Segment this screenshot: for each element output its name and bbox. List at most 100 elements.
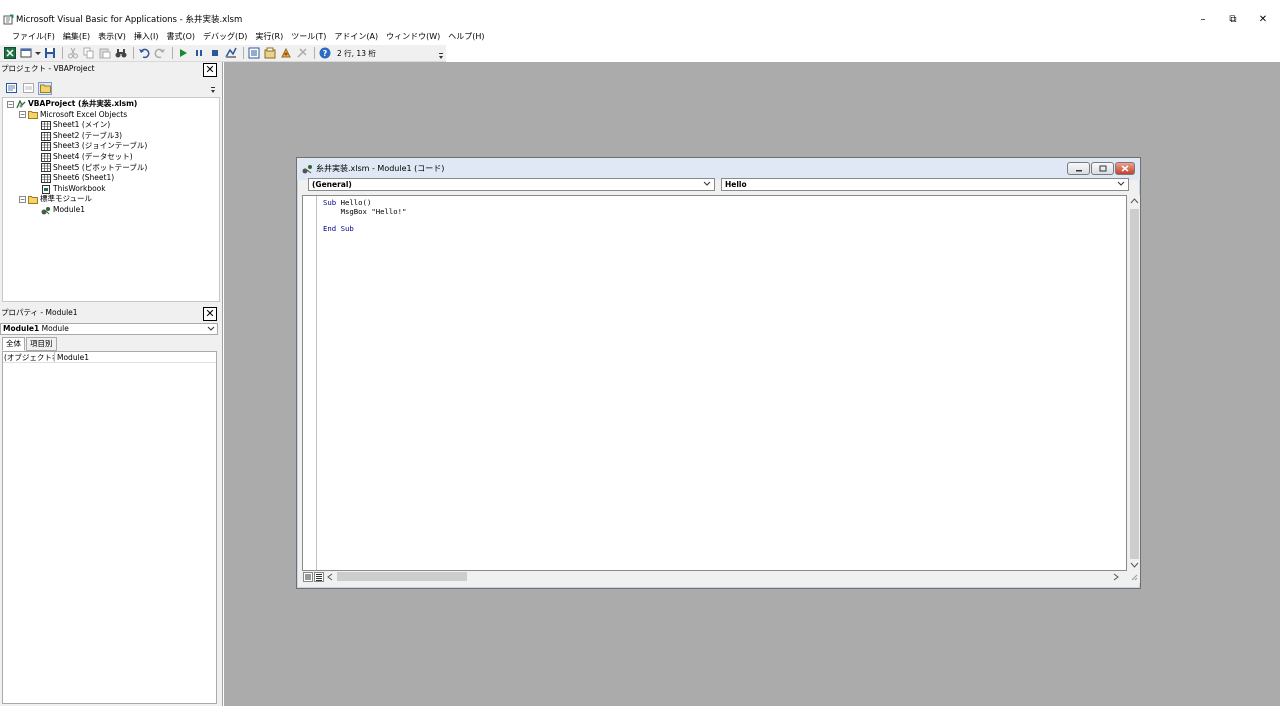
properties-title: プロパティ - Module1 bbox=[1, 308, 78, 317]
menu-view[interactable]: 表示(V) bbox=[94, 30, 130, 44]
properties-window-button[interactable] bbox=[263, 46, 277, 60]
cut-button[interactable] bbox=[66, 46, 80, 60]
procedure-view-button[interactable] bbox=[303, 572, 313, 582]
left-dock: プロジェクト - VBAProject ✕ − VBAProject (糸井実装… bbox=[0, 62, 223, 706]
horizontal-scroll-thumb[interactable] bbox=[337, 572, 467, 581]
tree-item-label: Sheet5 (ピボットテーブル) bbox=[53, 162, 148, 172]
help-button[interactable]: ? bbox=[318, 46, 332, 60]
object-name: Module1 bbox=[3, 324, 40, 333]
bottom-strip bbox=[0, 706, 1280, 720]
scroll-left-icon[interactable] bbox=[326, 571, 334, 583]
collapse-icon[interactable]: − bbox=[7, 100, 14, 108]
object-selector[interactable]: Module1 Module bbox=[0, 323, 218, 335]
find-button[interactable] bbox=[114, 46, 128, 60]
design-mode-button[interactable] bbox=[224, 46, 238, 60]
reset-button[interactable] bbox=[208, 46, 222, 60]
properties-icon bbox=[264, 47, 276, 59]
menu-window[interactable]: ウィンドウ(W) bbox=[382, 30, 444, 44]
resize-grip-icon[interactable] bbox=[1128, 571, 1138, 583]
view-object-button[interactable] bbox=[21, 82, 35, 95]
tab-alphabetic[interactable]: 全体 bbox=[2, 337, 25, 351]
menu-edit[interactable]: 編集(E) bbox=[59, 30, 94, 44]
menu-format[interactable]: 書式(O) bbox=[162, 30, 199, 44]
code-margin-indicator[interactable] bbox=[303, 196, 317, 570]
code-minimize-button[interactable] bbox=[1067, 162, 1090, 175]
menu-addins[interactable]: アドイン(A) bbox=[330, 30, 382, 44]
object-combo[interactable]: (General) bbox=[308, 178, 715, 191]
view-excel-button[interactable] bbox=[3, 46, 17, 60]
code-maximize-button[interactable] bbox=[1091, 162, 1114, 175]
collapse-icon[interactable]: − bbox=[19, 196, 26, 204]
code-window-titlebar[interactable]: 糸井実装.xlsm - Module1 (コード) bbox=[297, 158, 1140, 180]
menu-bar: ファイル(F) 編集(E) 表示(V) 挿入(I) 書式(O) デバッグ(D) … bbox=[0, 30, 1280, 44]
menu-insert[interactable]: 挿入(I) bbox=[130, 30, 163, 44]
code-close-button[interactable] bbox=[1115, 162, 1135, 175]
redo-button[interactable] bbox=[153, 46, 167, 60]
tree-item-label: VBAProject (糸井実装.xlsm) bbox=[28, 99, 138, 108]
property-value[interactable]: Module1 bbox=[55, 352, 89, 362]
undo-button[interactable] bbox=[137, 46, 151, 60]
menu-help[interactable]: ヘルプ(H) bbox=[444, 30, 488, 44]
tree-item-standard-modules[interactable]: − 標準モジュール bbox=[19, 194, 92, 205]
insert-userform-button[interactable] bbox=[19, 46, 33, 60]
scroll-up-icon[interactable] bbox=[1129, 195, 1140, 207]
copy-button[interactable] bbox=[82, 46, 96, 60]
tree-item-module1[interactable]: Module1 bbox=[41, 205, 85, 216]
sheet-icon bbox=[41, 131, 51, 141]
paste-button[interactable] bbox=[98, 46, 112, 60]
properties-tabs: 全体 項目別 bbox=[2, 337, 58, 351]
vertical-scroll-thumb[interactable] bbox=[1130, 209, 1139, 559]
restore-button[interactable]: ⧉ bbox=[1218, 10, 1248, 28]
chevron-down-icon bbox=[35, 52, 41, 55]
scroll-right-icon[interactable] bbox=[1112, 571, 1120, 583]
collapse-icon[interactable]: − bbox=[19, 111, 26, 119]
procedure-combo[interactable]: Hello bbox=[721, 178, 1129, 191]
toolbox-button[interactable] bbox=[295, 46, 309, 60]
insert-dropdown-arrow[interactable] bbox=[35, 46, 41, 60]
tree-item-sheet6[interactable]: Sheet6 (Sheet1) bbox=[41, 173, 114, 184]
tab-categorized[interactable]: 項目別 bbox=[26, 337, 57, 351]
properties-close-button[interactable]: ✕ bbox=[203, 307, 217, 321]
code-text[interactable]: Sub Hello() MsgBox "Hello!" End Sub bbox=[323, 198, 407, 234]
tree-item-excel-objects[interactable]: − Microsoft Excel Objects bbox=[19, 110, 127, 121]
project-tree: − VBAProject (糸井実装.xlsm) − Microsoft Exc… bbox=[2, 97, 220, 302]
scroll-down-icon[interactable] bbox=[1129, 559, 1140, 571]
tree-item-thisworkbook[interactable]: ThisWorkbook bbox=[41, 184, 106, 195]
object-browser-button[interactable] bbox=[279, 46, 293, 60]
code-line[interactable]: MsgBox "Hello!" bbox=[323, 207, 407, 217]
tree-item-sheet5[interactable]: Sheet5 (ピボットテーブル) bbox=[41, 163, 147, 174]
restore-icon: ⧉ bbox=[1229, 13, 1237, 25]
horizontal-scrollbar[interactable] bbox=[302, 571, 1140, 583]
full-module-view-button[interactable] bbox=[314, 572, 324, 582]
tree-item-vbaproject[interactable]: − VBAProject (糸井実装.xlsm) bbox=[7, 99, 137, 110]
property-row[interactable]: (オブジェクト名) Module1 bbox=[3, 352, 216, 363]
close-icon: ✕ bbox=[205, 307, 215, 320]
chevron-down-icon[interactable] bbox=[210, 83, 216, 95]
tree-item-sheet1[interactable]: Sheet1 (メイン) bbox=[41, 120, 110, 131]
cursor-position: 2 行, 13 桁 bbox=[337, 48, 376, 58]
break-button[interactable] bbox=[192, 46, 206, 60]
module-icon bbox=[302, 165, 312, 174]
code-editor[interactable]: Sub Hello() MsgBox "Hello!" End Sub bbox=[302, 195, 1127, 571]
menu-run[interactable]: 実行(R) bbox=[251, 30, 287, 44]
tree-item-sheet4[interactable]: Sheet4 (データセット) bbox=[41, 152, 133, 163]
chevron-down-icon bbox=[1117, 181, 1125, 186]
tree-item-sheet2[interactable]: Sheet2 (テーブル3) bbox=[41, 131, 122, 142]
close-window-button[interactable]: ✕ bbox=[1248, 10, 1278, 28]
tree-item-sheet3[interactable]: Sheet3 (ジョインテーブル) bbox=[41, 141, 147, 152]
view-code-icon bbox=[5, 83, 17, 93]
menu-tools[interactable]: ツール(T) bbox=[287, 30, 330, 44]
code-line[interactable]: End Sub bbox=[323, 224, 406, 234]
toggle-folders-button[interactable] bbox=[38, 81, 52, 95]
menu-file[interactable]: ファイル(F) bbox=[8, 30, 59, 44]
toolbar-options-icon[interactable] bbox=[438, 47, 444, 61]
project-explorer-close-button[interactable]: ✕ bbox=[203, 63, 217, 77]
minimize-button[interactable]: – bbox=[1188, 10, 1218, 28]
vertical-scrollbar[interactable] bbox=[1129, 195, 1140, 571]
project-explorer-toolbar bbox=[0, 79, 220, 97]
view-code-button[interactable] bbox=[4, 82, 18, 95]
menu-debug[interactable]: デバッグ(D) bbox=[199, 30, 251, 44]
save-button[interactable] bbox=[43, 46, 57, 60]
run-button[interactable] bbox=[176, 46, 190, 60]
project-explorer-button[interactable] bbox=[247, 46, 261, 60]
